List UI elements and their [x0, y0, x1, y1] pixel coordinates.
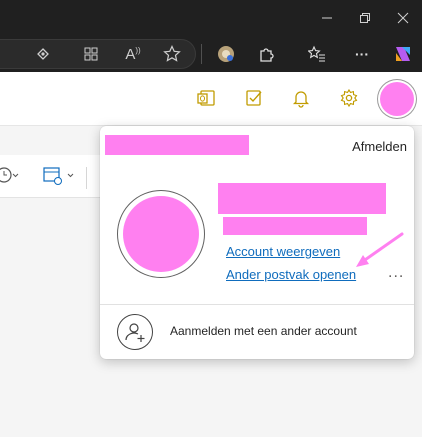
app-grid-icon[interactable]	[78, 41, 104, 67]
calendar-rules-icon[interactable]	[42, 165, 76, 192]
redacted-org-name	[105, 135, 249, 155]
bell-icon[interactable]	[290, 87, 312, 109]
eye-icon[interactable]	[30, 41, 56, 67]
ribbon-divider	[86, 167, 87, 189]
favorite-star-icon[interactable]	[159, 41, 185, 67]
open-other-mailbox-link[interactable]: Ander postvak openen	[226, 267, 356, 282]
favorites-list-icon[interactable]	[304, 41, 330, 67]
view-account-link[interactable]: Account weergeven	[226, 244, 340, 259]
add-person-icon	[117, 314, 153, 350]
account-avatar-button[interactable]	[380, 82, 414, 116]
sign-in-other-account-row[interactable]: Aanmelden met een ander account	[100, 305, 414, 359]
read-aloud-icon[interactable]: A ))	[120, 41, 146, 67]
copilot-icon[interactable]	[390, 41, 416, 67]
outlook-header	[0, 72, 422, 126]
browser-toolbar: A )) ···	[0, 0, 422, 72]
minimize-icon[interactable]	[308, 0, 346, 36]
avatar-image	[123, 196, 199, 272]
puzzle-icon[interactable]	[254, 41, 280, 67]
window-controls	[308, 0, 422, 36]
ribbon-toolbar	[0, 155, 100, 198]
more-icon[interactable]: ···	[349, 41, 375, 67]
toolbar-divider	[201, 44, 202, 64]
annotation-arrow	[350, 230, 406, 279]
sign-in-other-account-label: Aanmelden met een ander account	[170, 324, 357, 338]
settings-icon[interactable]	[338, 87, 360, 109]
redacted-display-name	[218, 183, 386, 214]
todo-icon[interactable]	[243, 87, 265, 109]
account-avatar-large[interactable]	[117, 190, 205, 278]
outlook-icon[interactable]	[195, 87, 217, 109]
extension-dot-icon[interactable]	[213, 41, 239, 67]
clock-icon[interactable]	[0, 165, 20, 190]
sign-out-link[interactable]: Afmelden	[352, 139, 407, 154]
redacted-email	[223, 217, 367, 235]
close-icon[interactable]	[384, 0, 422, 36]
restore-icon[interactable]	[346, 0, 384, 36]
